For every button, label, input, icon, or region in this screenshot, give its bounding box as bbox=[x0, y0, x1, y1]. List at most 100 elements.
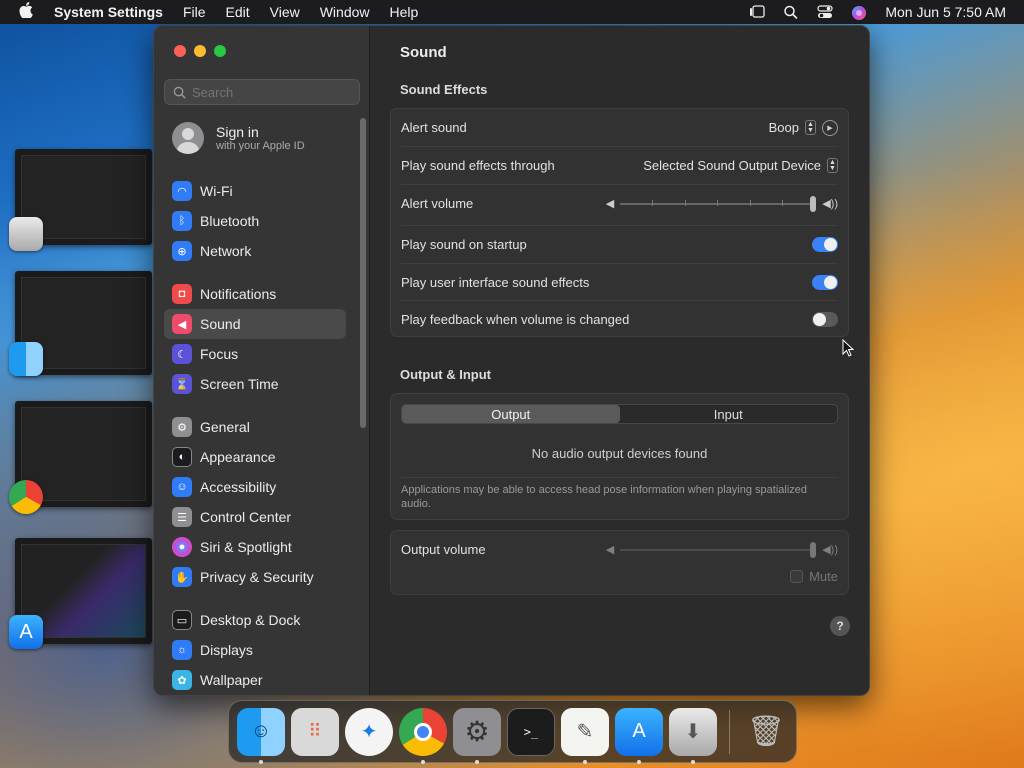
hourglass-icon: ⌛ bbox=[172, 374, 192, 394]
window-controls bbox=[174, 45, 226, 57]
siri-icon[interactable] bbox=[851, 5, 867, 20]
startup-sound-label: Play sound on startup bbox=[401, 237, 527, 252]
sidebar-item-desktop-dock[interactable]: ▭ Desktop & Dock bbox=[164, 605, 346, 635]
sidebar-item-privacy-security[interactable]: ✋ Privacy & Security bbox=[164, 562, 346, 592]
alert-sound-label: Alert sound bbox=[401, 120, 467, 135]
menu-view[interactable]: View bbox=[260, 4, 310, 20]
sidebar-item-displays[interactable]: ☼ Displays bbox=[164, 635, 346, 665]
sidebar-item-general[interactable]: ⚙ General bbox=[164, 412, 346, 442]
dock-launchpad[interactable]: ⠿ bbox=[291, 707, 339, 756]
alert-sound-popup[interactable]: Boop bbox=[769, 120, 799, 135]
sun-icon: ☼ bbox=[172, 640, 192, 660]
spotlight-search-icon[interactable] bbox=[783, 5, 799, 20]
sidebar-item-focus[interactable]: ☾ Focus bbox=[164, 339, 346, 369]
siri-icon: ● bbox=[172, 537, 192, 557]
content-pane: Sound Sound Effects Alert sound Boop ▲ ▼ … bbox=[370, 26, 869, 695]
search-field[interactable] bbox=[164, 79, 360, 105]
ui-sound-effects-toggle[interactable] bbox=[812, 275, 838, 290]
sidebar-item-notifications[interactable]: ◘ Notifications bbox=[164, 279, 346, 309]
dock-installer[interactable]: ⬇ bbox=[669, 707, 717, 764]
apple-id-signin[interactable]: Sign in with your Apple ID bbox=[172, 122, 305, 154]
sidebar: Sign in with your Apple ID ◠Wi-Fi ᛒBluet… bbox=[154, 26, 370, 695]
output-volume-group: Output volume ◀ ◀)) Mute bbox=[390, 530, 849, 595]
menu-edit[interactable]: Edit bbox=[216, 4, 260, 20]
output-volume-slider-thumb[interactable] bbox=[810, 541, 817, 558]
appearance-icon: ◐ bbox=[172, 447, 192, 467]
dock-app-store[interactable]: A bbox=[615, 707, 663, 764]
installer-app-icon bbox=[9, 217, 43, 251]
bluetooth-icon: ᛒ bbox=[172, 211, 192, 231]
dock-safari[interactable]: ✦ bbox=[345, 707, 393, 756]
stage-manager-icon[interactable] bbox=[749, 5, 766, 19]
play-through-popup[interactable]: Selected Sound Output Device bbox=[643, 158, 821, 173]
chevron-updown-icon[interactable]: ▲ ▼ bbox=[827, 158, 838, 173]
signin-title: Sign in bbox=[216, 124, 259, 140]
volume-feedback-row: Play feedback when volume is changed bbox=[401, 301, 838, 338]
sidebar-nav: ◠ Wi-Fi ᛒ Bluetooth ⊕ Network ◘ Notification… bbox=[164, 176, 346, 695]
sidebar-item-network[interactable]: ⊕ Network bbox=[164, 236, 346, 266]
alert-volume-slider[interactable] bbox=[620, 195, 817, 212]
pen-icon: ✎ bbox=[576, 721, 594, 743]
head-pose-note: Applications may be able to access head … bbox=[401, 484, 808, 510]
trash-icon: 🗑 bbox=[746, 715, 786, 748]
menu-window[interactable]: Window bbox=[310, 4, 380, 20]
chevron-updown-icon[interactable]: ▲ ▼ bbox=[805, 120, 816, 135]
tab-input[interactable]: Input bbox=[620, 405, 838, 423]
system-settings-window: Sign in with your Apple ID ◠Wi-Fi ᛒBluet… bbox=[153, 25, 870, 696]
output-input-segmented-control: Output Input bbox=[401, 404, 838, 424]
dock-chrome[interactable] bbox=[399, 707, 447, 764]
installer-icon: ⬇ bbox=[684, 721, 702, 743]
output-volume-slider[interactable] bbox=[620, 541, 817, 558]
dock-system-settings[interactable]: ⚙ bbox=[453, 707, 501, 764]
speaker-low-icon: ◀ bbox=[605, 198, 615, 210]
zoom-button[interactable] bbox=[214, 45, 226, 57]
sidebar-item-sound[interactable]: ◀ Sound bbox=[164, 309, 346, 339]
sidebar-item-screen-time[interactable]: ⌛ Screen Time bbox=[164, 369, 346, 399]
mute-checkbox[interactable] bbox=[790, 570, 804, 583]
avatar bbox=[172, 122, 204, 154]
sidebar-item-appearance[interactable]: ◐ Appearance bbox=[164, 442, 346, 472]
menu-help[interactable]: Help bbox=[380, 4, 429, 20]
alert-volume-slider-thumb[interactable] bbox=[810, 195, 817, 212]
tab-output[interactable]: Output bbox=[402, 405, 620, 423]
finder-app-icon bbox=[9, 342, 43, 376]
page-title: Sound bbox=[400, 44, 447, 61]
startup-sound-toggle[interactable] bbox=[812, 237, 838, 252]
mute-checkbox-row: Mute bbox=[790, 569, 838, 584]
sidebar-item-siri-spotlight[interactable]: ● Siri & Spotlight bbox=[164, 532, 346, 562]
minimize-button[interactable] bbox=[194, 45, 206, 57]
volume-feedback-toggle[interactable] bbox=[812, 312, 838, 327]
sidebar-item-control-center[interactable]: ☰ Control Center bbox=[164, 502, 346, 532]
apple-menu-icon[interactable] bbox=[0, 2, 52, 22]
sidebar-item-wifi[interactable]: ◠ Wi-Fi bbox=[164, 176, 346, 206]
control-center-icon[interactable] bbox=[817, 5, 833, 19]
volume-feedback-label: Play feedback when volume is changed bbox=[401, 312, 630, 327]
gear-icon: ⚙ bbox=[172, 417, 192, 437]
speaker-low-icon: ◀ bbox=[605, 544, 615, 556]
output-volume-row: Output volume ◀ ◀)) bbox=[401, 531, 838, 568]
menu-clock[interactable]: Mon Jun 5 7:50 AM bbox=[885, 4, 1006, 20]
safari-compass-icon: ✦ bbox=[360, 721, 378, 743]
speaker-high-icon: ◀)) bbox=[822, 544, 838, 556]
output-input-group: Output Input No audio output devices fou… bbox=[390, 393, 849, 520]
close-button[interactable] bbox=[174, 45, 186, 57]
sidebar-item-accessibility[interactable]: ☺ Accessibility bbox=[164, 472, 346, 502]
sidebar-item-wallpaper[interactable]: ✿ Wallpaper bbox=[164, 665, 346, 695]
play-icon[interactable]: ▶ bbox=[822, 119, 838, 136]
wifi-icon: ◠ bbox=[172, 181, 192, 201]
dock-trash[interactable]: 🗑 bbox=[742, 708, 790, 756]
chrome-app-icon bbox=[9, 480, 43, 514]
help-button[interactable]: ? bbox=[830, 616, 850, 636]
sidebar-scrollbar[interactable] bbox=[360, 118, 366, 428]
sidebar-item-bluetooth[interactable]: ᛒ Bluetooth bbox=[164, 206, 346, 236]
app-menu-title[interactable]: System Settings bbox=[52, 4, 173, 20]
menu-file[interactable]: File bbox=[173, 4, 216, 20]
gear-icon: ⚙ bbox=[464, 716, 490, 747]
dock-terminal[interactable]: >_ bbox=[507, 707, 555, 756]
alert-volume-row: Alert volume ◀ ◀)) bbox=[401, 185, 838, 222]
search-input[interactable] bbox=[192, 84, 352, 100]
sound-effects-group: Alert sound Boop ▲ ▼ ▶ Play sound effects… bbox=[390, 108, 849, 337]
startup-sound-row: Play sound on startup bbox=[401, 226, 838, 263]
dock-finder[interactable]: ☺ bbox=[237, 707, 285, 764]
dock-textedit[interactable]: ✎ bbox=[561, 707, 609, 764]
